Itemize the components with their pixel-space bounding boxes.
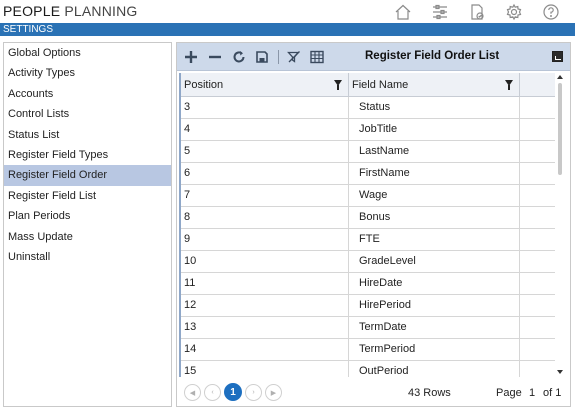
scroll-up-icon[interactable] <box>557 75 563 79</box>
grid-header: Position Field Name <box>181 73 555 97</box>
row-count: 43 Rows <box>408 387 451 399</box>
refresh-icon[interactable] <box>230 48 248 66</box>
field-name-cell: Bonus <box>349 207 520 228</box>
field-name-cell: HireDate <box>349 273 520 294</box>
add-icon[interactable] <box>182 48 200 66</box>
position-cell: 13 <box>181 317 349 338</box>
page-number: 1 <box>529 387 536 399</box>
app-title-sub: PLANNING <box>64 3 138 19</box>
field-name-cell: Wage <box>349 185 520 206</box>
position-cell: 6 <box>181 163 349 184</box>
sidebar-item-uninstall[interactable]: Uninstall <box>4 247 171 267</box>
expand-icon[interactable] <box>552 51 563 62</box>
sidebar-item-accounts[interactable]: Accounts <box>4 84 171 104</box>
home-icon[interactable] <box>384 1 421 22</box>
position-cell: 8 <box>181 207 349 228</box>
column-header-spacer <box>520 73 555 96</box>
field-name-cell: FirstName <box>349 163 520 184</box>
position-cell: 10 <box>181 251 349 272</box>
position-cell: 14 <box>181 339 349 360</box>
position-cell: 3 <box>181 97 349 118</box>
position-cell: 12 <box>181 295 349 316</box>
sidebar-item-activity-types[interactable]: Activity Types <box>4 63 171 83</box>
sidebar-item-status-list[interactable]: Status List <box>4 125 171 145</box>
first-page-icon[interactable]: ◀ <box>184 384 201 401</box>
sliders-icon[interactable] <box>421 1 458 22</box>
section-bar: SETTINGS <box>0 23 575 36</box>
app-title: PEOPLE PLANNING <box>3 3 138 19</box>
field-name-cell: FTE <box>349 229 520 250</box>
scroll-down-icon[interactable] <box>557 370 563 374</box>
field-name-cell: JobTitle <box>349 119 520 140</box>
remove-icon[interactable] <box>206 48 224 66</box>
field-name-cell: TermPeriod <box>349 339 520 360</box>
table-row[interactable]: 10 GradeLevel <box>181 251 555 273</box>
previous-page-icon[interactable]: ‹ <box>204 384 221 401</box>
field-name-cell: Status <box>349 97 520 118</box>
last-page-icon[interactable]: ▶ <box>265 384 282 401</box>
field-name-cell: LastName <box>349 141 520 162</box>
table-row[interactable]: 5 LastName <box>181 141 555 163</box>
sidebar-item-global-options[interactable]: Global Options <box>4 43 171 63</box>
field-name-cell: TermDate <box>349 317 520 338</box>
table-row[interactable]: 4 JobTitle <box>181 119 555 141</box>
position-cell: 4 <box>181 119 349 140</box>
column-header-label: Position <box>184 79 224 91</box>
panel-title: Register Field Order List <box>365 50 500 62</box>
field-name-cell: GradeLevel <box>349 251 520 272</box>
table-row[interactable]: 14 TermPeriod <box>181 339 555 361</box>
gear-icon[interactable] <box>495 1 532 22</box>
page-label: Page <box>496 387 522 399</box>
save-icon[interactable] <box>253 48 271 66</box>
column-header-label: Field Name <box>352 79 409 91</box>
page-total: of 1 <box>543 387 562 399</box>
field-order-grid: Position Field Name 3 Status 4 JobTitle 5L… <box>179 73 555 377</box>
position-cell: 15 <box>181 361 349 377</box>
table-row[interactable]: 11 HireDate <box>181 273 555 295</box>
table-row[interactable]: 9 FTE <box>181 229 555 251</box>
scrollbar-thumb[interactable] <box>558 83 562 175</box>
position-cell: 5 <box>181 141 349 162</box>
settings-sidebar: Global Options Activity Types Accounts C… <box>3 42 172 407</box>
table-row[interactable]: 8 Bonus <box>181 207 555 229</box>
app-header: PEOPLE PLANNING <box>0 0 575 23</box>
next-page-icon[interactable]: › <box>245 384 262 401</box>
document-check-icon[interactable] <box>458 1 495 22</box>
sidebar-item-register-field-order[interactable]: Register Field Order <box>4 165 171 186</box>
table-row[interactable]: 3 Status <box>181 97 555 119</box>
sidebar-item-register-field-types[interactable]: Register Field Types <box>4 145 171 165</box>
table-row[interactable]: 13 TermDate <box>181 317 555 339</box>
column-header-position[interactable]: Position <box>181 73 349 96</box>
table-row[interactable]: 7 Wage <box>181 185 555 207</box>
column-header-field-name[interactable]: Field Name <box>349 73 520 96</box>
position-cell: 7 <box>181 185 349 206</box>
sidebar-item-control-lists[interactable]: Control Lists <box>4 104 171 124</box>
table-row[interactable]: 12 HirePeriod <box>181 295 555 317</box>
clear-filter-icon[interactable] <box>285 48 303 66</box>
vertical-scrollbar[interactable] <box>555 73 565 377</box>
position-cell: 9 <box>181 229 349 250</box>
toolbar-divider <box>278 50 279 64</box>
position-cell: 11 <box>181 273 349 294</box>
table-row[interactable]: 15 OutPeriod <box>181 361 555 377</box>
help-icon[interactable] <box>532 1 569 22</box>
field-name-cell: HirePeriod <box>349 295 520 316</box>
page-1-button[interactable]: 1 <box>224 383 242 401</box>
grid-toolbar: Register Field Order List <box>177 43 570 71</box>
sidebar-item-mass-update[interactable]: Mass Update <box>4 227 171 247</box>
filter-icon[interactable] <box>505 80 513 90</box>
columns-icon[interactable] <box>308 48 326 66</box>
app-title-main: PEOPLE <box>3 3 61 19</box>
grid-pager: ◀ ‹ 1 › ▶ 43 Rows Page 1 of 1 <box>179 381 570 405</box>
table-row[interactable]: 6 FirstName <box>181 163 555 185</box>
field-name-cell: OutPeriod <box>349 361 520 377</box>
filter-icon[interactable] <box>334 80 342 90</box>
sidebar-item-plan-periods[interactable]: Plan Periods <box>4 206 171 226</box>
sidebar-item-register-field-list[interactable]: Register Field List <box>4 186 171 206</box>
top-icon-bar <box>384 1 569 22</box>
register-field-order-panel: Register Field Order List Position Field… <box>176 42 571 407</box>
